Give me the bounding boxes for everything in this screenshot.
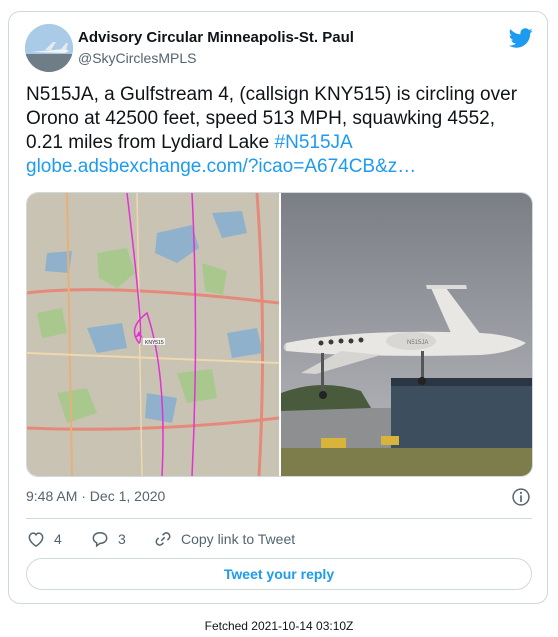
media-grid: KNY515 N515JA — [26, 192, 533, 477]
flight-map-image[interactable]: KNY515 — [27, 193, 280, 476]
hashtag-link[interactable]: #N515JA — [275, 132, 353, 153]
action-bar: 4 3 Copy link to Tweet — [26, 528, 532, 550]
like-button[interactable]: 4 — [26, 528, 62, 550]
author-handle[interactable]: @SkyCirclesMPLS — [78, 50, 196, 66]
tweet-body: N515JA, a Gulfstream 4, (callsign KNY515… — [26, 84, 518, 153]
map-callsign-label: KNY515 — [145, 340, 164, 346]
heart-icon — [28, 532, 44, 547]
tweet-text: N515JA, a Gulfstream 4, (callsign KNY515… — [26, 83, 531, 179]
like-count: 4 — [54, 531, 62, 547]
tweet-card: Advisory Circular Minneapolis-St. Paul @… — [8, 11, 548, 604]
url-link[interactable]: globe.adsbexchange.com/?icao=A674CB&z… — [26, 156, 416, 177]
divider — [26, 518, 532, 519]
aircraft-photo-image[interactable]: N515JA — [281, 193, 532, 476]
info-icon[interactable] — [511, 487, 531, 507]
reply-button[interactable]: 3 — [90, 528, 126, 550]
tweet-timestamp[interactable]: 9:48 AM · Dec 1, 2020 — [26, 488, 165, 504]
twitter-bird-icon[interactable] — [509, 26, 533, 50]
copy-link-button[interactable]: Copy link to Tweet — [153, 528, 295, 550]
copy-link-label: Copy link to Tweet — [181, 531, 296, 547]
link-icon — [155, 532, 171, 546]
avatar[interactable] — [25, 24, 73, 72]
aircraft-tail-number: N515JA — [407, 340, 428, 346]
reply-icon — [92, 531, 108, 548]
fetched-timestamp: Fetched 2021-10-14 03:10Z — [204, 619, 354, 633]
author-name[interactable]: Advisory Circular Minneapolis-St. Paul — [78, 29, 354, 46]
tweet-reply-button[interactable]: Tweet your reply — [26, 558, 532, 590]
reply-count: 3 — [118, 531, 126, 547]
